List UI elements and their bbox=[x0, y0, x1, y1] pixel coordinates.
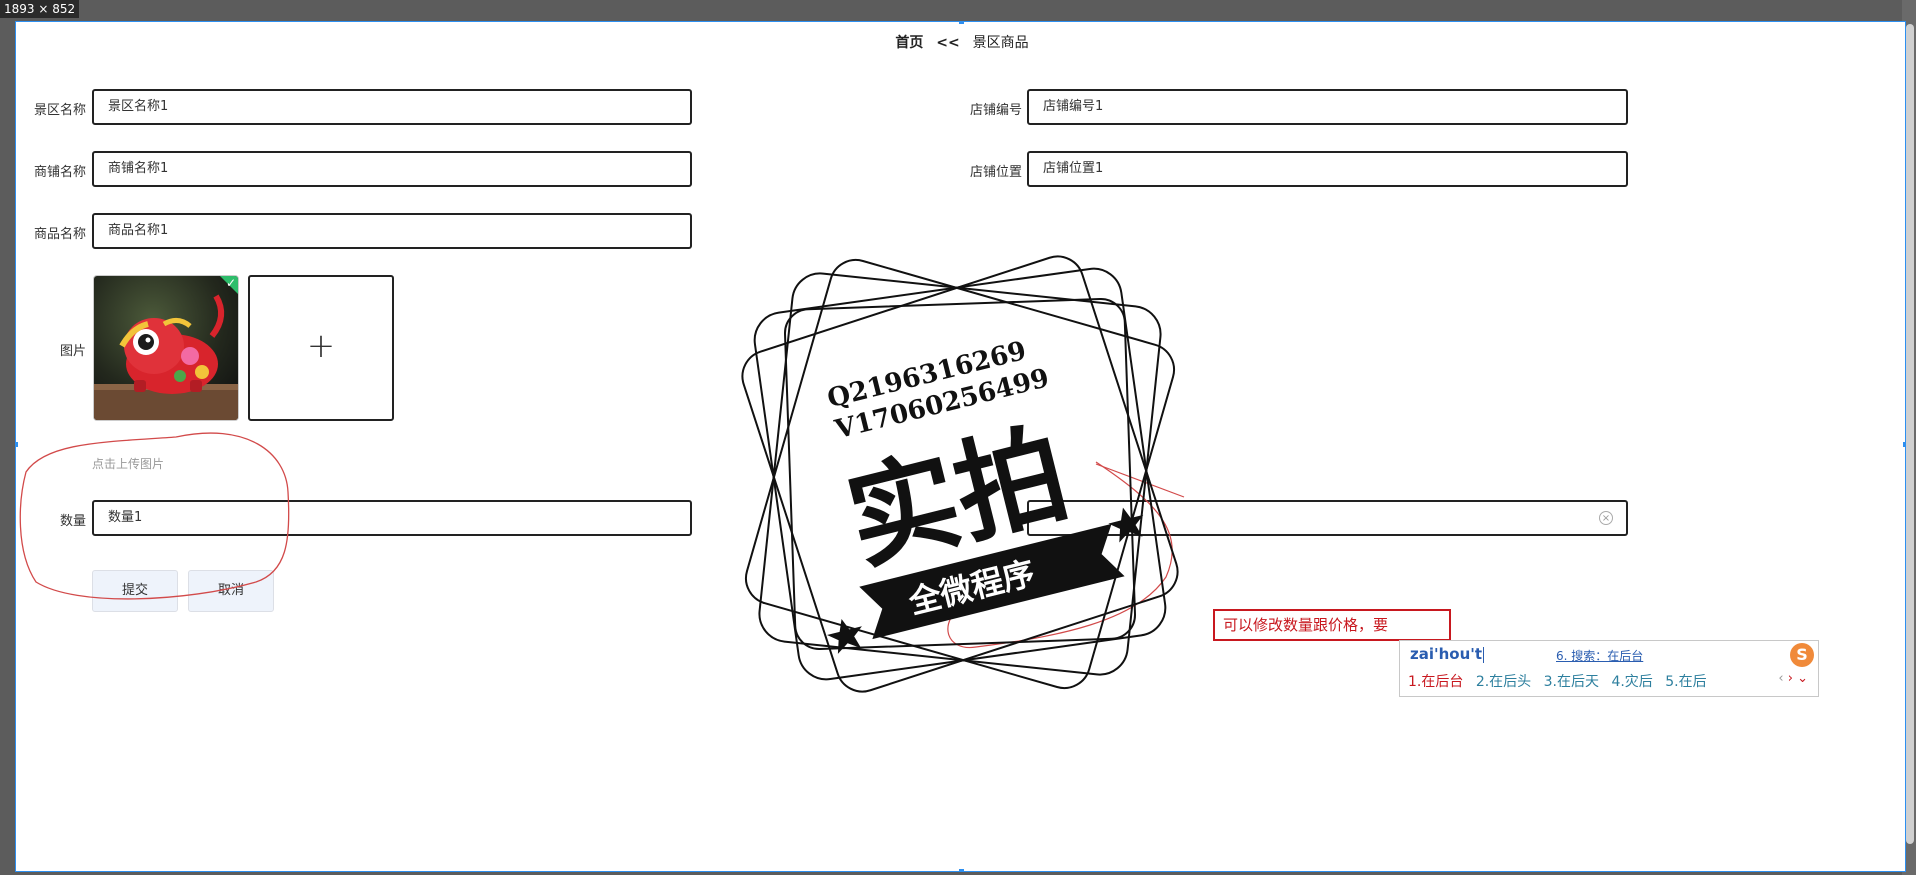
ime-pinyin: zai'hou't bbox=[1410, 645, 1483, 663]
upload-hint: 点击上传图片 bbox=[92, 457, 165, 471]
annotation-text-box[interactable]: 可以修改数量跟价格，要 bbox=[1213, 609, 1451, 641]
watermark-stamp: Q2196316269 V17060256499 实拍 全微程序 bbox=[741, 255, 1179, 693]
overlay-layer: Q2196316269 V17060256499 实拍 全微程序 bbox=[19, 255, 1185, 693]
watermark-line2: V17060256499 bbox=[831, 363, 1052, 445]
upload-button[interactable]: + bbox=[248, 275, 394, 421]
breadcrumb-separator: << bbox=[936, 35, 960, 51]
breadcrumb: 首页 << 景区商品 bbox=[16, 32, 1905, 52]
product-thumbnail[interactable]: ✓ bbox=[93, 275, 239, 421]
shop-no-input[interactable]: 店铺编号1 bbox=[1027, 89, 1628, 125]
ime-logo-icon[interactable]: S bbox=[1790, 643, 1814, 667]
ime-expand-icon[interactable]: ⌄ bbox=[1797, 671, 1808, 686]
breadcrumb-home[interactable]: 首页 bbox=[895, 35, 923, 51]
resize-handle-top[interactable] bbox=[959, 22, 964, 24]
ime-search-link[interactable]: 6. 搜索：在后台 bbox=[1556, 647, 1643, 664]
image-label: 图片 bbox=[59, 344, 86, 359]
watermark-line1: Q2196316269 bbox=[824, 336, 1029, 414]
ime-candidate[interactable]: 1.在后台 bbox=[1408, 674, 1463, 690]
watermark-ribbon-text: 全微程序 bbox=[904, 554, 1038, 622]
ime-candidate[interactable]: 2.在后头 bbox=[1476, 674, 1531, 690]
ime-candidate[interactable]: 3.在后天 bbox=[1544, 674, 1599, 690]
product-name-input[interactable]: 商品名称1 bbox=[92, 213, 692, 249]
plus-icon: + bbox=[306, 326, 336, 366]
quantity-label: 数量 bbox=[59, 514, 86, 529]
ime-prev-icon[interactable]: ‹ bbox=[1778, 671, 1783, 686]
cancel-button[interactable]: 取消 bbox=[188, 570, 274, 612]
resize-handle-left[interactable] bbox=[16, 442, 18, 447]
clear-icon[interactable]: × bbox=[1599, 511, 1613, 525]
ime-pinyin-row: zai'hou't bbox=[1410, 645, 1485, 663]
check-icon: ✓ bbox=[225, 276, 236, 290]
ime-candidate[interactable]: 5.在后 bbox=[1665, 674, 1706, 690]
product-name-label: 商品名称 bbox=[33, 227, 86, 242]
shop-no-label: 店铺编号 bbox=[969, 103, 1022, 118]
ime-candidate-list: 1.在后台 2.在后头 3.在后天 4.灾后 5.在后 bbox=[1408, 671, 1715, 691]
shop-location-label: 店铺位置 bbox=[969, 165, 1022, 180]
price-input[interactable] bbox=[1027, 500, 1628, 536]
star-icon bbox=[826, 618, 862, 654]
red-annotation-scribble-2 bbox=[947, 461, 1173, 649]
scenic-name-input[interactable]: 景区名称1 bbox=[92, 89, 692, 125]
breadcrumb-current: 景区商品 bbox=[972, 35, 1029, 51]
ime-candidate[interactable]: 4.灾后 bbox=[1611, 674, 1652, 690]
ime-caret bbox=[1483, 646, 1485, 663]
scenic-name-label: 景区名称 bbox=[33, 103, 86, 118]
submit-button[interactable]: 提交 bbox=[92, 570, 178, 612]
watermark-ribbon bbox=[859, 523, 1125, 640]
resize-handle-bottom[interactable] bbox=[959, 869, 964, 871]
merchant-name-label: 商铺名称 bbox=[33, 165, 86, 180]
shop-location-input[interactable]: 店铺位置1 bbox=[1027, 151, 1628, 187]
scrollbar-thumb[interactable] bbox=[1906, 24, 1914, 844]
resize-handle-right[interactable] bbox=[1903, 442, 1905, 447]
page-frame: 首页 << 景区商品 景区名称 景区名称1 店铺编号 店铺编号1 商铺名称 商铺… bbox=[15, 21, 1906, 872]
ime-next-icon[interactable]: › bbox=[1788, 671, 1793, 686]
quantity-input[interactable]: 数量1 bbox=[92, 500, 692, 536]
watermark-main: 实拍 bbox=[835, 409, 1079, 586]
tiger-toy-photo bbox=[94, 276, 238, 420]
merchant-name-input[interactable]: 商铺名称1 bbox=[92, 151, 692, 187]
ime-nav: ‹ › ⌄ bbox=[1778, 671, 1808, 686]
ime-candidate-window[interactable]: zai'hou't 6. 搜索：在后台 S 1.在后台 2.在后头 3.在后天 … bbox=[1399, 640, 1819, 697]
red-annotation-line bbox=[1095, 463, 1185, 498]
dimension-label: 1893 × 852 bbox=[0, 0, 80, 18]
